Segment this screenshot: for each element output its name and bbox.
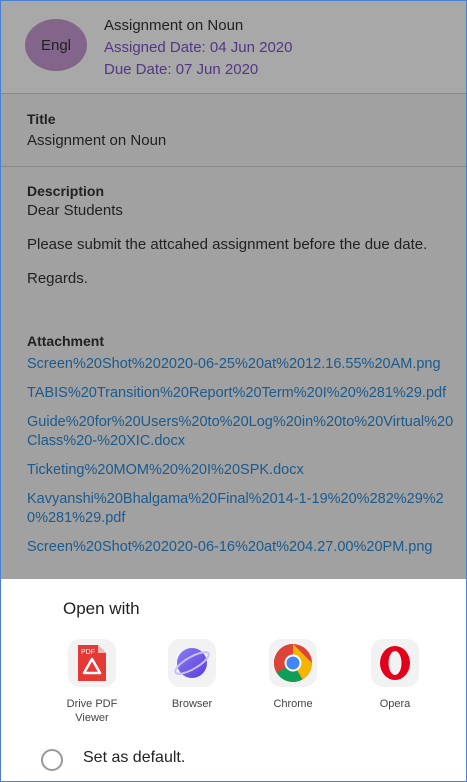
app-frame: Engl Assignment on Noun Assigned Date: 0… [0, 0, 467, 782]
set-default-label[interactable]: Set as default. [83, 749, 185, 767]
app-label: Browser [171, 698, 213, 710]
opera-icon [371, 639, 419, 687]
drive-pdf-icon: PDF [68, 639, 116, 687]
app-label: Chrome [273, 698, 313, 710]
set-default-radio[interactable] [41, 749, 63, 771]
app-option-browser[interactable]: Browser [150, 639, 234, 711]
app-option-opera[interactable]: Opera [353, 639, 437, 711]
chrome-icon [269, 639, 317, 687]
browser-icon [168, 639, 216, 687]
sheet-title: Open with [63, 599, 140, 618]
open-with-sheet: Open with PDF Drive PDF Viewer Browser C… [1, 579, 466, 781]
pdf-badge: PDF [81, 649, 95, 656]
app-option-drive-pdf[interactable]: PDF Drive PDF Viewer [50, 639, 134, 725]
app-label: Opera [379, 698, 411, 710]
dim-overlay[interactable] [1, 1, 466, 581]
app-option-chrome[interactable]: Chrome [251, 639, 335, 711]
app-label: Drive PDF Viewer [66, 698, 118, 724]
